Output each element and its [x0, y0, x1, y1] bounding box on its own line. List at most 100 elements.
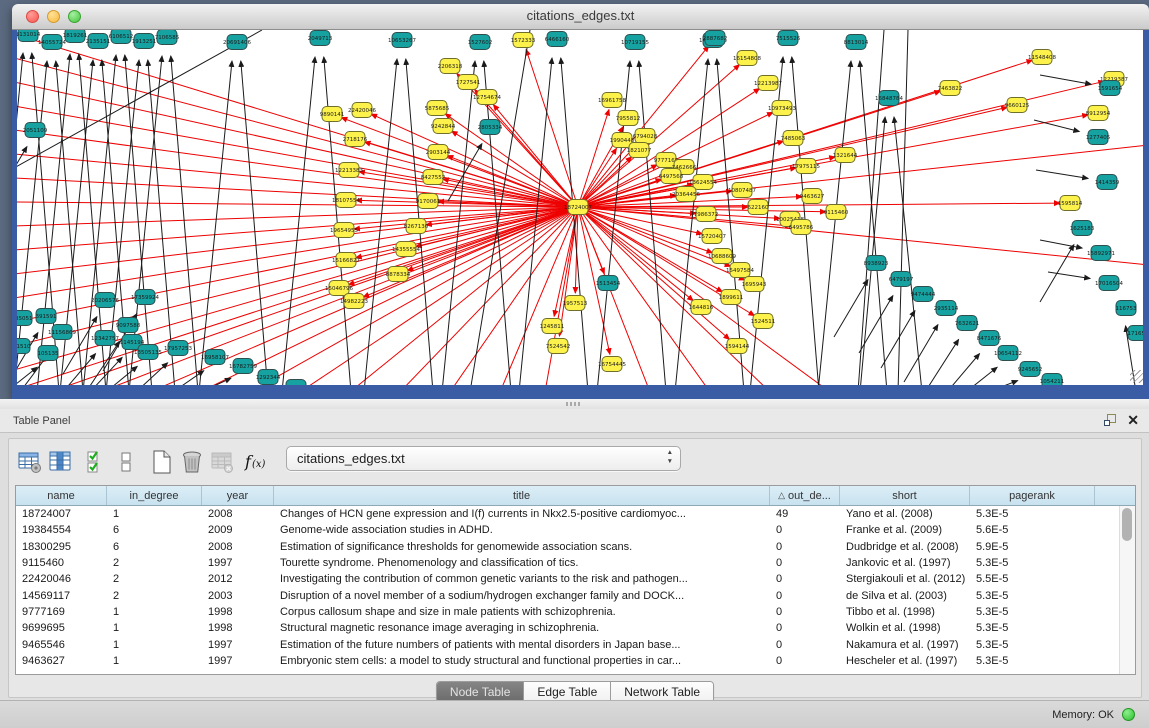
delete-trash-icon[interactable] [177, 448, 207, 476]
graph-node-label: 1054211 [1040, 379, 1065, 385]
graph-node-label: 1821077 [627, 148, 652, 154]
cell: de Silva et al. (2003) [840, 590, 970, 602]
cell: Nakamura et al. (1997) [840, 639, 970, 651]
tab-node-table[interactable]: Node Table [437, 682, 525, 702]
table-row[interactable]: 946362711997Embryonic stem cells: a mode… [16, 653, 1135, 669]
graph-node-label: 10688609 [708, 254, 736, 260]
select-all-icon[interactable] [81, 448, 111, 476]
cell: 2 [107, 557, 202, 569]
table-row[interactable]: 2242004622012Investigating the contribut… [16, 571, 1135, 587]
graph-node-label: 15720407 [698, 234, 726, 240]
graph-node-label: 105135 [38, 351, 59, 357]
graph-node-label: 11156869 [48, 330, 76, 336]
table-panel-body: f(x) citations_edges.txt ▲▼ namein_degre… [8, 438, 1142, 698]
vertical-scrollbar[interactable] [1119, 506, 1135, 674]
graph-edge [447, 156, 578, 207]
graph-edge [966, 367, 997, 385]
table-row[interactable]: 1872400712008Changes of HCN gene express… [16, 506, 1135, 522]
cell: 49 [770, 508, 840, 520]
graph-node-label: 1524511 [751, 319, 776, 325]
table-row[interactable]: 911546021997Tourette syndrome. Phenomeno… [16, 555, 1135, 571]
graph-node-label: 5875685 [425, 106, 450, 112]
graph-node-label: 14055724 [38, 40, 66, 46]
window-titlebar[interactable]: citations_edges.txt [12, 4, 1149, 30]
graph-node-label: 9097588 [116, 323, 141, 329]
column-header-title[interactable]: title [274, 486, 770, 505]
column-header-year[interactable]: year [202, 486, 274, 505]
graph-edge [559, 207, 578, 336]
table-settings-icon[interactable] [15, 448, 45, 476]
graph-node-label: 17975115 [792, 164, 820, 170]
new-table-icon[interactable] [147, 448, 177, 476]
table-row[interactable]: 969969511998Structural magnetic resonanc… [16, 620, 1135, 636]
graph-node-label: 14982223 [340, 299, 368, 305]
table-selector-dropdown[interactable]: citations_edges.txt ▲▼ [286, 446, 681, 471]
graph-node-label: 622160 [748, 205, 769, 211]
cell: Investigating the contribution of common… [274, 573, 770, 585]
cell: 0 [770, 655, 840, 667]
citation-graph: 1872400722420046989014127181761221338318… [17, 30, 1143, 385]
graph-node-label: 15166827 [332, 258, 360, 264]
table-row[interactable]: 1456911722003Disruption of a novel membe… [16, 587, 1135, 603]
graph-node-label: 16958107 [201, 355, 229, 361]
graph-node-label: 2135151 [86, 39, 111, 45]
cell: 6 [107, 541, 202, 553]
column-header-pagerank[interactable]: pagerank [970, 486, 1095, 505]
float-panel-icon[interactable] [1103, 413, 1118, 427]
graph-edge [988, 381, 1018, 385]
graph-node-label: 18107554 [332, 198, 360, 204]
delete-table-icon[interactable] [207, 448, 237, 476]
graph-edge [173, 371, 204, 385]
memory-indicator[interactable] [1122, 708, 1135, 721]
graph-edge [947, 354, 980, 385]
graph-node-label: 17016504 [1095, 281, 1123, 287]
table-row[interactable]: 977716911998Corpus callosum shape and si… [16, 604, 1135, 620]
column-header-out_de[interactable]: △out_de... [770, 486, 840, 505]
cell: 5.3E-5 [970, 590, 1095, 602]
tab-edge-table[interactable]: Edge Table [524, 682, 611, 702]
graph-edge [448, 144, 482, 201]
table-header: namein_degreeyeartitle△out_de...shortpag… [16, 486, 1135, 506]
cell: Genome-wide association studies in ADHD. [274, 524, 770, 536]
graph-edge [17, 130, 578, 207]
status-bar: Memory: OK [0, 700, 1149, 728]
column-select-icon[interactable] [45, 448, 75, 476]
column-header-short[interactable]: short [840, 486, 970, 505]
clear-selection-icon[interactable] [111, 448, 141, 476]
cell: 18300295 [16, 541, 107, 553]
graph-node-label: 2051109 [23, 128, 48, 134]
graph-node-label: 15497584 [726, 268, 754, 274]
graph-node-label: 16782759 [229, 364, 257, 370]
cell: 0 [770, 606, 840, 618]
function-builder-icon[interactable]: f(x) [243, 448, 273, 476]
graph-node-label: 6497568 [659, 174, 684, 180]
network-canvas[interactable]: 1872400722420046989014127181761221338318… [17, 30, 1143, 385]
close-panel-icon[interactable]: ✕ [1127, 412, 1139, 428]
sort-ascending-icon: △ [778, 490, 785, 501]
table-row[interactable]: 946554611997Estimation of the future num… [16, 636, 1135, 652]
cell: 5.3E-5 [970, 606, 1095, 618]
cell: 9465546 [16, 639, 107, 651]
graph-node-label: 12754674 [473, 95, 501, 101]
table-row[interactable]: 1938455462009Genome-wide association stu… [16, 522, 1135, 538]
cell: 5.3E-5 [970, 508, 1095, 520]
table-row[interactable]: 1830029562008Estimation of significance … [16, 539, 1135, 555]
graph-node-label: 13505135 [134, 350, 162, 356]
resize-grip-icon[interactable] [1130, 370, 1143, 383]
cell: Structural magnetic resonance image aver… [274, 622, 770, 634]
column-header-in_degree[interactable]: in_degree [107, 486, 202, 505]
graph-edge [200, 207, 578, 385]
scrollbar-thumb[interactable] [1122, 508, 1132, 541]
graph-node-label: 10719155 [621, 40, 649, 46]
column-header-name[interactable]: name [16, 486, 107, 505]
tab-network-table[interactable]: Network Table [611, 682, 713, 702]
cell: Disruption of a novel member of a sodium… [274, 590, 770, 602]
graph-node-label: 2206318 [438, 64, 463, 70]
cell: Estimation of significance thresholds fo… [274, 541, 770, 553]
graph-node-label: 17359924 [131, 295, 159, 301]
cell: 6 [107, 524, 202, 536]
graph-edge [199, 61, 232, 385]
cell: 0 [770, 590, 840, 602]
svg-text:(x): (x) [252, 459, 266, 470]
graph-node-label: 17957253 [164, 346, 192, 352]
